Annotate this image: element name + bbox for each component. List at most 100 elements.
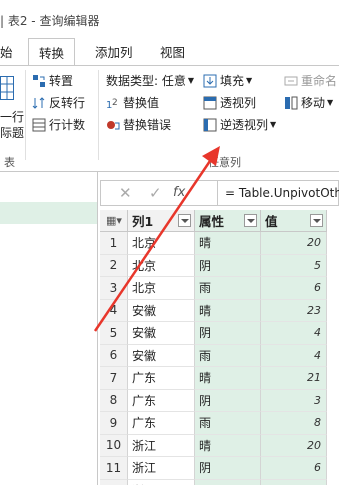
row-number[interactable]: 11 (100, 457, 128, 480)
transpose-icon (32, 74, 46, 88)
row-number[interactable]: 10 (100, 434, 128, 457)
table-row[interactable]: 7 广东晴 21 (100, 367, 339, 390)
cell-col1[interactable]: 广东 (128, 412, 195, 435)
cell-attribute[interactable]: 阴 (195, 389, 261, 412)
table-icon[interactable] (0, 76, 14, 100)
first-row-header-label[interactable]: 一行 (0, 108, 24, 125)
cell-value[interactable]: 5 (261, 254, 327, 277)
cell-col1[interactable]: 安徽 (128, 322, 195, 345)
table-row[interactable]: 6 安徽雨 4 (100, 344, 339, 367)
cell-col1[interactable]: 浙江 (128, 457, 195, 480)
tab-add-column[interactable]: 添加列 (95, 42, 133, 61)
column-header-col1[interactable]: 列1 (128, 210, 195, 232)
table-row[interactable]: 12浙江雨5 (100, 479, 339, 485)
cell-col1[interactable]: 安徽 (128, 299, 195, 322)
row-number[interactable]: 5 (100, 322, 128, 345)
filter-dropdown-icon[interactable] (244, 214, 257, 227)
header-dropdown-label[interactable]: 际题 (0, 124, 24, 141)
table-row[interactable]: 3 北京雨 6 (100, 277, 339, 300)
unpivot-columns-button[interactable]: 逆透视列 ▼ (203, 116, 276, 133)
cell-attribute[interactable]: 阴 (195, 457, 261, 480)
cell-col1[interactable]: 浙江 (128, 479, 195, 485)
table-row[interactable]: 8 广东阴 3 (100, 389, 339, 412)
table-corner[interactable]: ▦▾ (100, 210, 128, 232)
cancel-icon[interactable]: ✕ (119, 184, 132, 202)
transpose-button[interactable]: 转置 (32, 72, 73, 89)
cell-value[interactable]: 20 (261, 434, 327, 457)
row-number[interactable]: 9 (100, 412, 128, 435)
cell-attribute[interactable]: 雨 (195, 479, 261, 485)
pivot-column-button[interactable]: 透视列 (203, 94, 256, 111)
rename-button[interactable]: 重命名 (284, 72, 337, 89)
selected-query[interactable] (0, 202, 97, 224)
cell-attribute[interactable]: 雨 (195, 412, 261, 435)
cell-col1[interactable]: 广东 (128, 367, 195, 390)
table-row[interactable]: 9 广东雨 8 (100, 412, 339, 435)
table-row[interactable]: 11 浙江阴 6 (100, 457, 339, 480)
fx-icon[interactable]: fx (173, 185, 185, 200)
fill-button[interactable]: 填充 ▼ (203, 72, 252, 89)
count-rows-button[interactable]: 行计数 (32, 116, 85, 133)
cell-value[interactable]: 4 (261, 322, 327, 345)
cell-value[interactable]: 4 (261, 344, 327, 367)
divider (217, 181, 218, 205)
cell-value[interactable]: 20 (261, 232, 327, 255)
formula-text[interactable]: = Table.UnpivotOth (225, 186, 339, 200)
chevron-down-icon: ▼ (246, 76, 253, 85)
data-type-dropdown[interactable]: 数据类型: 任意 ▼ (106, 72, 194, 89)
move-icon (284, 96, 298, 110)
table-row[interactable]: 1 北京晴 20 (100, 232, 339, 255)
column-header-attribute[interactable]: 属性 (195, 210, 261, 232)
cell-col1[interactable]: 安徽 (128, 344, 195, 367)
cell-attribute[interactable]: 阴 (195, 254, 261, 277)
cell-value[interactable]: 6 (261, 457, 327, 480)
tab-transform[interactable]: 转换 (28, 38, 76, 66)
column-header-value[interactable]: 值 (261, 210, 327, 232)
ribbon: 一行 际题 表 转置 反转行 行计数 数据类型: 任意 ▼ 12 替换值 替换错… (0, 65, 339, 172)
svg-text:2: 2 (112, 98, 118, 108)
replace-errors-button[interactable]: 替换错误 (106, 116, 171, 133)
cell-attribute[interactable]: 晴 (195, 367, 261, 390)
group-label-any-column: 任意列 (208, 156, 241, 169)
row-number[interactable]: 3 (100, 277, 128, 300)
row-number[interactable]: 2 (100, 254, 128, 277)
cell-value[interactable]: 6 (261, 277, 327, 300)
cell-attribute[interactable]: 雨 (195, 344, 261, 367)
row-number[interactable]: 7 (100, 367, 128, 390)
row-number[interactable]: 6 (100, 344, 128, 367)
cell-col1[interactable]: 北京 (128, 277, 195, 300)
row-number[interactable]: 1 (100, 232, 128, 255)
cell-col1[interactable]: 广东 (128, 389, 195, 412)
move-button[interactable]: 移动 ▼ (284, 94, 333, 111)
cell-attribute[interactable]: 晴 (195, 434, 261, 457)
replace-values-icon: 12 (106, 96, 120, 111)
cell-value[interactable]: 8 (261, 412, 327, 435)
table-row[interactable]: 10 浙江晴 20 (100, 434, 339, 457)
cell-col1[interactable]: 浙江 (128, 434, 195, 457)
cell-value[interactable]: 3 (261, 389, 327, 412)
cell-attribute[interactable]: 晴 (195, 232, 261, 255)
cell-value[interactable]: 23 (261, 299, 327, 322)
cell-value[interactable]: 21 (261, 367, 327, 390)
row-number[interactable]: 8 (100, 389, 128, 412)
cell-value[interactable]: 5 (261, 479, 327, 485)
check-icon[interactable]: ✓ (149, 184, 162, 202)
pivot-column-icon (203, 96, 217, 110)
cell-col1[interactable]: 北京 (128, 254, 195, 277)
filter-dropdown-icon[interactable] (178, 214, 191, 227)
reverse-rows-button[interactable]: 反转行 (32, 94, 85, 111)
replace-values-button[interactable]: 12 替换值 (106, 94, 159, 111)
table-row[interactable]: 5 安徽阴 4 (100, 322, 339, 345)
filter-dropdown-icon[interactable] (310, 214, 323, 227)
tab-home[interactable]: 始 (0, 42, 13, 61)
fill-down-icon (203, 74, 217, 88)
table-row[interactable]: 4 安徽晴 23 (100, 299, 339, 322)
table-row[interactable]: 2 北京阴 5 (100, 254, 339, 277)
tab-view[interactable]: 视图 (160, 42, 185, 61)
cell-col1[interactable]: 北京 (128, 232, 195, 255)
row-number[interactable]: 12 (100, 479, 128, 485)
cell-attribute[interactable]: 雨 (195, 277, 261, 300)
row-number[interactable]: 4 (100, 299, 128, 322)
cell-attribute[interactable]: 晴 (195, 299, 261, 322)
cell-attribute[interactable]: 阴 (195, 322, 261, 345)
